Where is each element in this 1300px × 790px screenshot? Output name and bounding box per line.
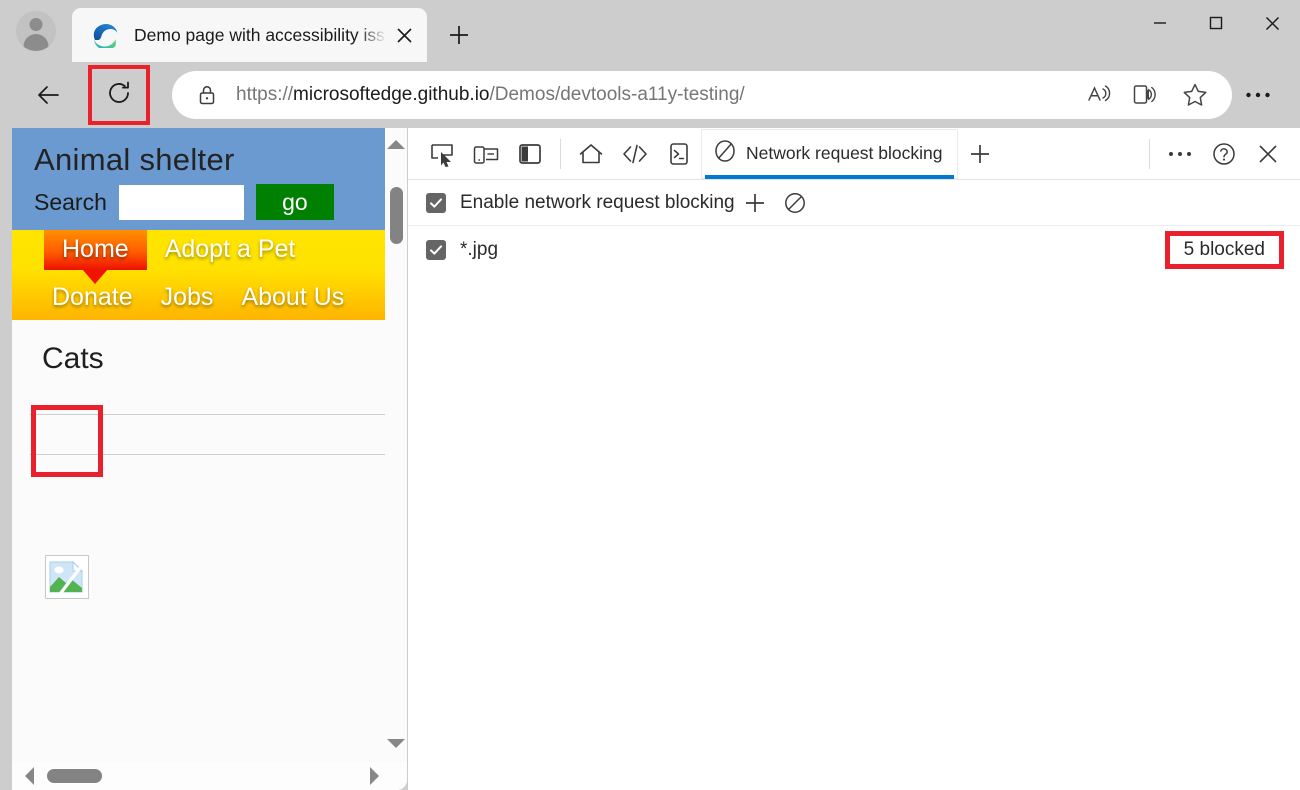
scroll-up-arrow-icon[interactable]: [387, 140, 405, 149]
avatar: [16, 11, 56, 51]
console-icon[interactable]: [657, 132, 701, 176]
site-nav: Home Adopt a Pet Donate Jobs About Us: [12, 230, 387, 320]
tab-title: Demo page with accessibility issu: [134, 25, 389, 46]
elements-icon[interactable]: [613, 132, 657, 176]
browser-settings-button[interactable]: [1232, 72, 1284, 118]
search-label: Search: [34, 189, 107, 216]
toolbar-divider: [560, 139, 561, 169]
site-header: Animal shelter Search go: [12, 128, 387, 230]
toolbar-divider-right: [1149, 139, 1150, 169]
maximize-button[interactable]: [1188, 0, 1244, 46]
nav-item-about-us[interactable]: About Us: [241, 278, 344, 312]
devtools-close-icon[interactable]: [1246, 132, 1290, 176]
home-icon[interactable]: [569, 132, 613, 176]
reload-icon[interactable]: [105, 79, 133, 112]
nav-row-primary: Home Adopt a Pet: [12, 230, 387, 276]
section-title-cats: Cats: [12, 320, 387, 384]
page-vertical-scrollbar[interactable]: [385, 128, 407, 762]
scroll-left-arrow-icon[interactable]: [25, 767, 34, 785]
page-viewport: Animal shelter Search go Home Adopt a Pe…: [12, 128, 407, 790]
browser-tab[interactable]: Demo page with accessibility issu: [72, 8, 427, 62]
horizontal-scroll-thumb[interactable]: [47, 769, 102, 783]
add-pattern-button[interactable]: [735, 183, 775, 223]
site-title: Animal shelter: [12, 142, 387, 178]
blocking-pattern-row[interactable]: *.jpg 5 blocked: [408, 226, 1300, 274]
search-go-button[interactable]: go: [256, 184, 334, 220]
nav-item-jobs[interactable]: Jobs: [161, 278, 214, 312]
add-tool-button[interactable]: [958, 132, 1002, 176]
reload-button-highlight: [88, 65, 150, 125]
enable-blocking-label: Enable network request blocking: [460, 192, 735, 214]
browser-title-bar: Demo page with accessibility issu: [0, 0, 1300, 62]
network-request-blocking-body: Enable network request blocking: [408, 180, 1300, 790]
browser-content-row: Animal shelter Search go Home Adopt a Pe…: [0, 128, 1300, 790]
url-action-icons: [1082, 78, 1218, 112]
edge-logo-icon: [92, 22, 118, 48]
inspect-element-icon[interactable]: [420, 132, 464, 176]
cat-list-row: [12, 398, 387, 472]
nav-item-home[interactable]: Home: [44, 230, 147, 270]
nav-item-adopt-a-pet[interactable]: Adopt a Pet: [165, 230, 296, 264]
profile-button[interactable]: [0, 0, 72, 62]
device-emulation-icon[interactable]: [464, 132, 508, 176]
read-aloud-icon[interactable]: [1082, 78, 1116, 112]
tab-label: Network request blocking: [746, 143, 942, 164]
search-input[interactable]: [119, 185, 244, 220]
pattern-enabled-checkbox[interactable]: [426, 240, 446, 260]
remove-all-patterns-button[interactable]: [775, 183, 815, 223]
site-search-row: Search go: [12, 184, 387, 220]
lock-icon: [194, 84, 220, 106]
window-controls: [1132, 0, 1300, 46]
broken-image-highlight: [31, 405, 103, 477]
devtools-more-options-icon[interactable]: [1158, 132, 1202, 176]
tab-close-icon[interactable]: [389, 20, 419, 50]
url-bar[interactable]: https://microsoftedge.github.io/Demos/de…: [172, 71, 1232, 119]
tab-network-request-blocking[interactable]: Network request blocking: [701, 129, 958, 179]
minimize-button[interactable]: [1132, 0, 1188, 46]
devtools-toolbar: Network request blocking: [408, 128, 1300, 180]
page-content: Animal shelter Search go Home Adopt a Pe…: [12, 128, 387, 762]
nav-row-secondary: Donate Jobs About Us: [12, 278, 387, 312]
blocking-controls-row: Enable network request blocking: [408, 180, 1300, 226]
close-button[interactable]: [1244, 0, 1300, 46]
scroll-right-arrow-icon[interactable]: [370, 767, 379, 785]
browser-window: Demo page with accessibility issu: [0, 0, 1300, 790]
back-button[interactable]: [26, 72, 72, 118]
broken-image-icon: [45, 555, 89, 599]
page-horizontal-scrollbar[interactable]: [12, 762, 407, 790]
browser-address-bar: https://microsoftedge.github.io/Demos/de…: [0, 62, 1300, 128]
blocking-circle-slash-icon: [713, 139, 737, 168]
favorite-star-icon[interactable]: [1178, 78, 1212, 112]
help-icon[interactable]: [1202, 132, 1246, 176]
new-tab-button[interactable]: [437, 13, 481, 57]
enable-blocking-checkbox[interactable]: [426, 193, 446, 213]
immersive-reader-icon[interactable]: [1130, 78, 1164, 112]
scroll-down-arrow-icon[interactable]: [387, 739, 405, 748]
devtools-panel: Network request blocking: [407, 128, 1300, 790]
url-text: https://microsoftedge.github.io/Demos/de…: [236, 84, 1082, 106]
devtools-toolbar-right: [1141, 132, 1300, 176]
blocked-count-badge: 5 blocked: [1165, 231, 1284, 269]
pattern-text: *.jpg: [460, 239, 498, 261]
vertical-scroll-thumb[interactable]: [390, 187, 403, 244]
dock-side-icon[interactable]: [508, 132, 552, 176]
